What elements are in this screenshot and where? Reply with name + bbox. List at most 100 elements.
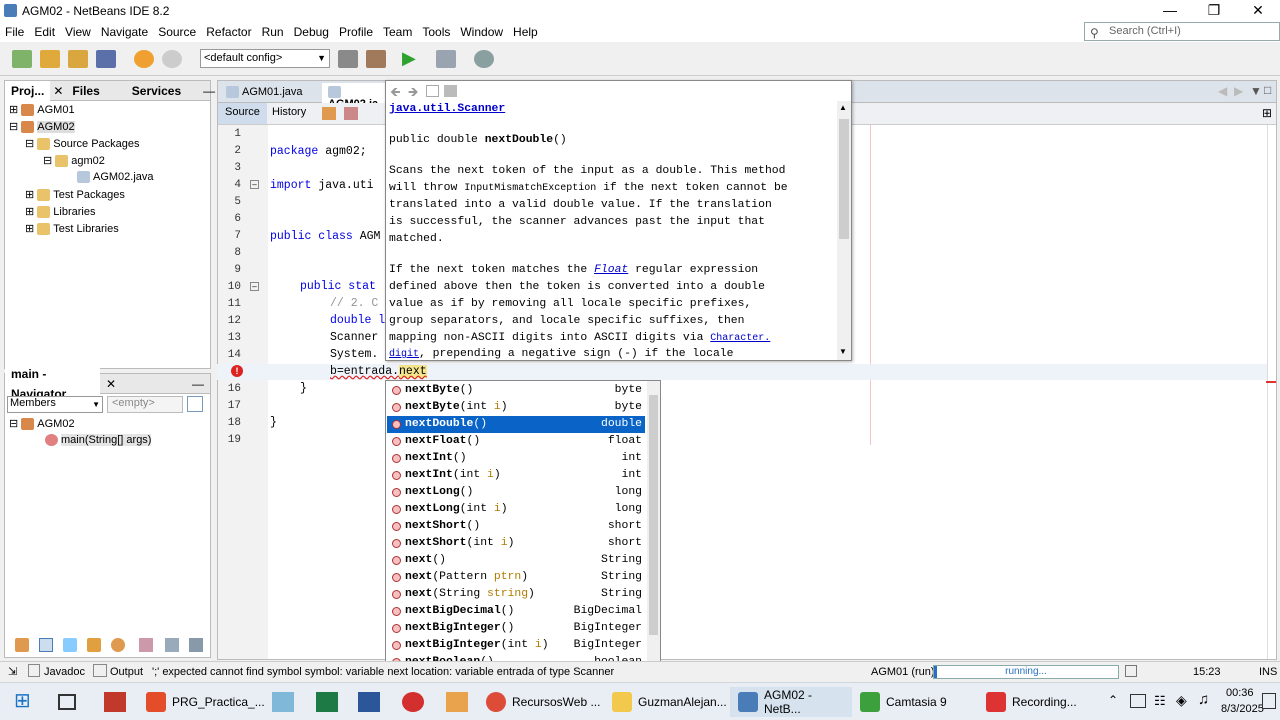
- menu-source[interactable]: Source: [153, 25, 201, 39]
- tab-services[interactable]: Services: [126, 84, 187, 98]
- menu-run[interactable]: Run: [257, 25, 289, 39]
- last-edit-icon[interactable]: [322, 107, 336, 120]
- windows-start-icon[interactable]: ⊞: [14, 691, 31, 711]
- taskbar-item-camtasia[interactable]: Camtasia 9: [860, 687, 947, 717]
- menu-debug[interactable]: Debug: [289, 25, 334, 39]
- menu-window[interactable]: Window: [455, 25, 508, 39]
- code-line-10[interactable]: public stat: [300, 280, 376, 293]
- new-project-icon[interactable]: [40, 50, 60, 68]
- restore-button[interactable]: ❐: [1192, 0, 1236, 22]
- code-line-11[interactable]: // 2. C: [330, 297, 378, 310]
- clean-build-icon[interactable]: [366, 50, 386, 68]
- chevron-up-icon[interactable]: ⌃: [1108, 693, 1118, 707]
- completion-item[interactable]: nextShort(int i) short: [387, 535, 645, 552]
- class-link[interactable]: java.util.Scanner: [389, 103, 505, 115]
- completion-item[interactable]: nextInt() int: [387, 450, 645, 467]
- completion-item[interactable]: nextInt(int i) int: [387, 467, 645, 484]
- minimize-panel-icon[interactable]: —: [186, 377, 210, 391]
- tree-item-agm02-package[interactable]: ⊟ agm02: [43, 154, 105, 168]
- tree-item-agm02[interactable]: ⊟ AGM02: [9, 120, 75, 134]
- filter-fields-icon[interactable]: [15, 638, 29, 652]
- menu-profile[interactable]: Profile: [334, 25, 378, 39]
- close-icon[interactable]: ✕: [100, 377, 122, 391]
- completion-scrollbar[interactable]: [647, 381, 660, 666]
- scroll-thumb[interactable]: [839, 119, 849, 239]
- menu-file[interactable]: File: [0, 25, 29, 39]
- taskbar-item-folder[interactable]: GuzmanAlejan...: [612, 687, 727, 717]
- tab-history[interactable]: History: [266, 103, 312, 124]
- opera-icon[interactable]: [402, 692, 424, 712]
- scroll-down-icon[interactable]: ▼: [839, 347, 847, 356]
- wifi-icon[interactable]: ◈: [1176, 692, 1187, 709]
- code-line-14[interactable]: System.: [330, 348, 378, 361]
- config-select[interactable]: <default config> ▼: [200, 49, 330, 68]
- navigator-item-main[interactable]: main(String[] args): [45, 434, 152, 447]
- code-line-18[interactable]: }: [270, 416, 277, 429]
- task-view-icon[interactable]: [58, 694, 76, 710]
- scroll-left-icon[interactable]: ◀: [1218, 84, 1227, 98]
- notifications-icon[interactable]: [1262, 693, 1276, 709]
- goto-source-icon[interactable]: [444, 85, 457, 97]
- completion-item[interactable]: nextByte(int i) byte: [387, 399, 645, 416]
- completion-item[interactable]: nextByte() byte: [387, 382, 645, 399]
- profile-icon[interactable]: [474, 50, 494, 68]
- undo-icon[interactable]: [134, 50, 154, 68]
- new-file-icon[interactable]: [12, 50, 32, 68]
- filter-static-icon[interactable]: [39, 638, 53, 652]
- tree-item-test-libraries[interactable]: ⊞ Test Libraries: [25, 222, 119, 236]
- fold-icon[interactable]: –: [250, 282, 259, 291]
- inherited-icon[interactable]: [111, 638, 125, 652]
- code-line-16[interactable]: }: [300, 382, 307, 395]
- menu-help[interactable]: Help: [508, 25, 543, 39]
- network-icon[interactable]: ☷: [1154, 693, 1166, 709]
- completion-item[interactable]: nextBigInteger() BigInteger: [387, 620, 645, 637]
- restore-panel-icon[interactable]: ⇲: [8, 665, 17, 678]
- display-icon[interactable]: [1130, 694, 1146, 708]
- navigator-item-class[interactable]: ⊟ AGM02: [9, 417, 75, 431]
- code-line-15[interactable]: b=entrada.next: [330, 365, 427, 378]
- completion-item[interactable]: next(String string) String: [387, 586, 645, 603]
- maximize-icon[interactable]: □: [1264, 83, 1271, 97]
- taskbar-item-chrome[interactable]: RecursosWeb ...: [486, 687, 600, 717]
- forward-icon[interactable]: 🡺: [408, 83, 419, 105]
- run-icon[interactable]: ▶: [402, 48, 416, 69]
- clock-date[interactable]: 8/3/2025: [1221, 703, 1264, 715]
- members-filter-select[interactable]: Members ▼: [7, 396, 103, 413]
- completion-item[interactable]: nextShort() short: [387, 518, 645, 535]
- tree-item-agm02-java[interactable]: AGM02.java: [77, 171, 154, 184]
- completion-item[interactable]: nextDouble() double: [387, 416, 645, 433]
- menu-view[interactable]: View: [60, 25, 96, 39]
- empty-filter-select[interactable]: <empty>: [107, 396, 183, 413]
- tree-item-agm01[interactable]: ⊞ AGM01: [9, 103, 75, 117]
- digit-link[interactable]: digit: [389, 349, 419, 360]
- debug-icon[interactable]: [436, 50, 456, 68]
- tab-projects[interactable]: Proj...: [5, 80, 51, 101]
- code-line-7[interactable]: public class AGM: [270, 230, 380, 243]
- scroll-thumb[interactable]: [649, 395, 658, 635]
- filter-icon[interactable]: [187, 396, 203, 412]
- code-line-13[interactable]: Scanner: [330, 331, 378, 344]
- cancel-task-icon[interactable]: [1125, 665, 1137, 677]
- excel-icon[interactable]: [316, 692, 338, 712]
- taskbar-item-recording[interactable]: Recording...: [986, 687, 1077, 717]
- javadoc-tab[interactable]: Javadoc: [44, 666, 85, 678]
- code-line-12[interactable]: double l: [330, 314, 385, 327]
- error-icon[interactable]: !: [231, 365, 243, 377]
- menu-refactor[interactable]: Refactor: [201, 25, 256, 39]
- error-marker[interactable]: [1266, 381, 1276, 383]
- open-project-icon[interactable]: [68, 50, 88, 68]
- back-icon[interactable]: [344, 107, 358, 120]
- sort-name-icon[interactable]: [165, 638, 179, 652]
- sort-icon[interactable]: [139, 638, 153, 652]
- tab-agm01-java[interactable]: AGM01.java: [220, 83, 322, 103]
- completion-item[interactable]: nextFloat() float: [387, 433, 645, 450]
- search-input[interactable]: ⚲ Search (Ctrl+I): [1084, 22, 1280, 41]
- float-link[interactable]: Float: [594, 264, 628, 276]
- javadoc-scrollbar[interactable]: ▲ ▼: [837, 101, 851, 360]
- close-icon[interactable]: ✕: [50, 84, 66, 98]
- scroll-up-icon[interactable]: ▲: [839, 103, 847, 112]
- tree-item-test-packages[interactable]: ⊞ Test Packages: [25, 188, 125, 202]
- browser-icon[interactable]: [426, 85, 439, 97]
- close-button[interactable]: ✕: [1236, 0, 1280, 22]
- code-line-4[interactable]: import java.uti: [270, 179, 374, 192]
